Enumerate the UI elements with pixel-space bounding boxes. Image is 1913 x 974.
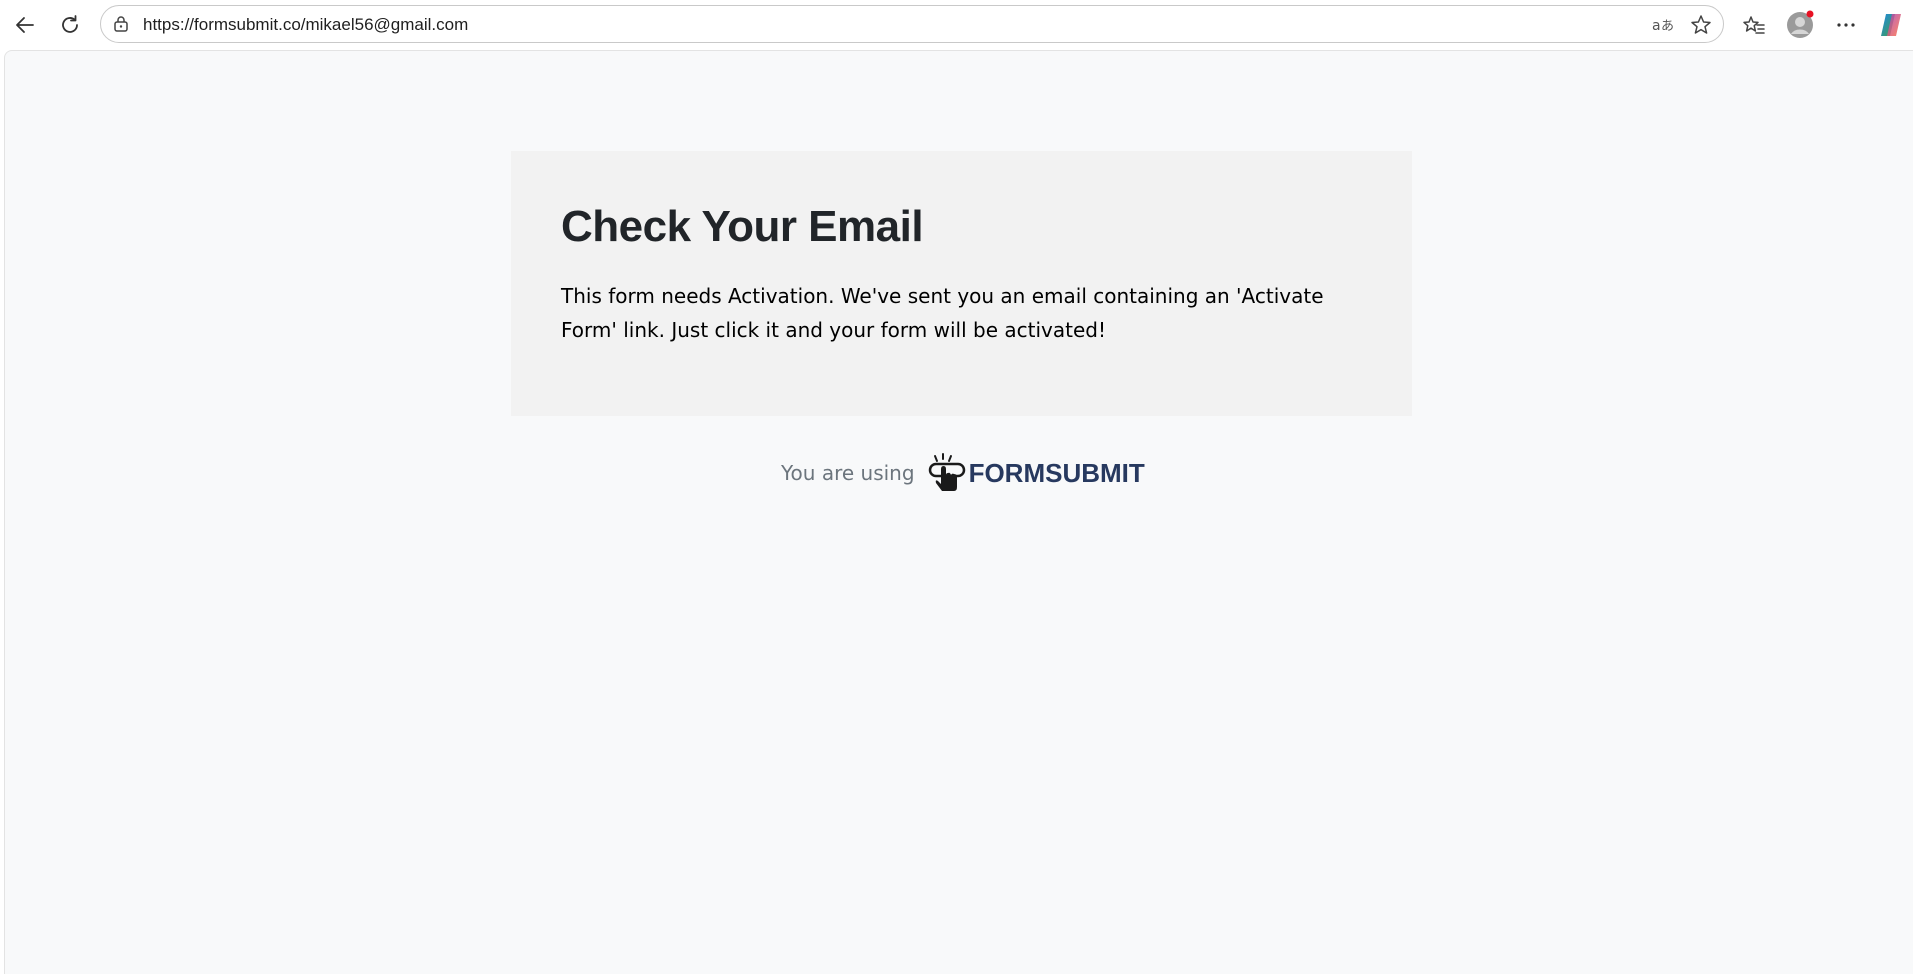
svg-text:a: a — [1652, 18, 1661, 34]
more-icon — [1837, 23, 1855, 27]
svg-text:あ: あ — [1661, 19, 1674, 34]
favorites-button[interactable] — [1736, 7, 1772, 43]
back-button[interactable] — [7, 7, 43, 43]
profile-avatar-icon — [1787, 10, 1814, 38]
profile-button[interactable] — [1782, 7, 1818, 43]
url-text[interactable]: https://formsubmit.co/mikael56@gmail.com — [143, 15, 468, 35]
translate-icon[interactable]: a あ — [1651, 13, 1675, 37]
browser-toolbar: https://formsubmit.co/mikael56@gmail.com… — [0, 0, 1913, 49]
using-label: You are using — [781, 461, 915, 485]
lock-icon[interactable] — [111, 14, 131, 34]
activation-card: Check Your Email This form needs Activat… — [511, 151, 1412, 416]
page-title: Check Your Email — [561, 202, 924, 251]
page-viewport: Check Your Email This form needs Activat… — [4, 50, 1913, 974]
address-bar[interactable]: https://formsubmit.co/mikael56@gmail.com… — [100, 5, 1724, 43]
footer-powered-by: You are using FORMSUBMIT — [781, 451, 1145, 495]
back-arrow-icon — [16, 17, 34, 33]
brand-name: FORMSUBMIT — [968, 457, 1145, 488]
copilot-icon — [1881, 14, 1901, 36]
favorites-icon — [1743, 16, 1765, 34]
click-hand-icon — [928, 453, 965, 491]
reload-icon — [62, 15, 78, 33]
notification-dot — [1806, 10, 1814, 18]
more-button[interactable] — [1828, 7, 1864, 43]
formsubmit-logo-link[interactable]: FORMSUBMIT — [927, 451, 1145, 495]
copilot-button[interactable] — [1873, 7, 1909, 43]
reload-button[interactable] — [52, 7, 88, 43]
star-icon[interactable] — [1689, 13, 1713, 37]
activation-message: This form needs Activation. We've sent y… — [561, 284, 1324, 342]
